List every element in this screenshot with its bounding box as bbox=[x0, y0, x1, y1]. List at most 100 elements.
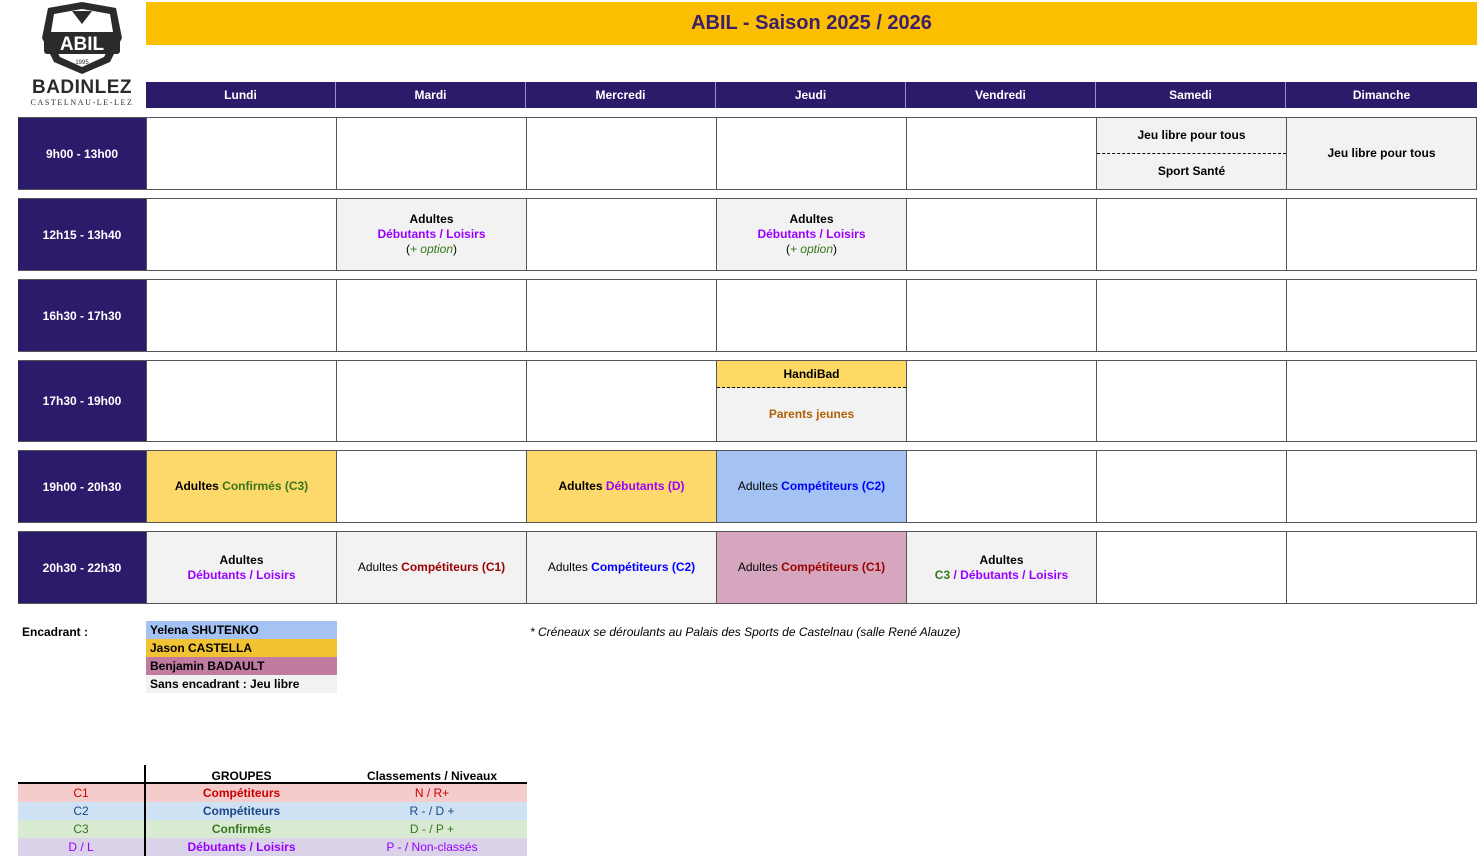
day-jeudi: Jeudi bbox=[716, 82, 906, 108]
session-label: Parents jeunes bbox=[717, 388, 906, 441]
session-option: + option bbox=[789, 242, 834, 256]
session-level: Débutants bbox=[187, 567, 247, 582]
time-slot: 9h00 - 13h00 bbox=[18, 118, 146, 189]
schedule-cell bbox=[146, 199, 336, 270]
time-slot: 16h30 - 17h30 bbox=[18, 280, 146, 351]
session-level: Compétiteurs (C2) bbox=[591, 560, 696, 574]
schedule-cell bbox=[1096, 280, 1286, 351]
legend-code: C3 bbox=[18, 820, 146, 838]
legend-level: D - / P + bbox=[409, 822, 455, 836]
schedule-cell bbox=[1286, 199, 1477, 270]
legend-level: P - / Non-classés bbox=[386, 840, 478, 854]
legend-row: C3 Confirmés D - / P + bbox=[18, 820, 527, 838]
session-label: Adultes bbox=[357, 560, 402, 574]
schedule-cell bbox=[1096, 532, 1286, 603]
legend-code: C2 bbox=[18, 802, 146, 820]
encadrant-label: Encadrant : bbox=[22, 625, 89, 639]
encadrant-item: Jason CASTELLA bbox=[146, 639, 337, 657]
schedule-cell bbox=[336, 280, 526, 351]
time-slot: 20h30 - 22h30 bbox=[18, 532, 146, 603]
schedule-cell: Adultes Débutants (D) bbox=[526, 451, 716, 522]
schedule-row: 19h00 - 20h30 Adultes Confirmés (C3) Adu… bbox=[18, 450, 1477, 523]
svg-text:1995: 1995 bbox=[75, 60, 89, 66]
schedule-row: 12h15 - 13h40 Adultes Débutants / Loisir… bbox=[18, 198, 1477, 271]
session-level: Débutants bbox=[757, 227, 817, 241]
logo-brand: BADINLEZ bbox=[31, 77, 133, 98]
shield-icon: ABIL 1995 bbox=[42, 2, 122, 74]
legend-row: D / L Débutants / Loisirs P - / Non-clas… bbox=[18, 838, 527, 856]
session-label: Adultes bbox=[737, 560, 782, 574]
session-level: C3 bbox=[934, 567, 951, 582]
schedule-cell: Adultes Débutants / Loisirs (+ option) bbox=[336, 199, 526, 270]
schedule-cell bbox=[526, 280, 716, 351]
legend-header-groups: GROUPES bbox=[211, 769, 272, 783]
legend-header: GROUPES Classements / Niveaux bbox=[18, 765, 527, 784]
legend-group: Compétiteurs bbox=[202, 786, 281, 800]
session-label: Adultes bbox=[558, 479, 606, 493]
schedule-row: 16h30 - 17h30 bbox=[18, 279, 1477, 352]
encadrant-item: Yelena SHUTENKO bbox=[146, 621, 337, 639]
session-level: Débutants (D) bbox=[605, 479, 685, 493]
session-level: Compétiteurs (C1) bbox=[401, 560, 506, 574]
schedule-cell bbox=[716, 118, 906, 189]
schedule-cell bbox=[1286, 280, 1477, 351]
schedule-cell bbox=[336, 118, 526, 189]
session-level: Débutants bbox=[960, 567, 1019, 582]
day-header: Lundi Mardi Mercredi Jeudi Vendredi Same… bbox=[146, 82, 1477, 108]
session-label: Adultes bbox=[979, 552, 1024, 567]
logo-town: CASTELNAU-LE-LEZ bbox=[30, 98, 134, 107]
legend-code: D / L bbox=[18, 838, 146, 856]
day-dimanche: Dimanche bbox=[1286, 82, 1477, 108]
schedule-cell bbox=[336, 361, 526, 441]
venue-note: * Créneaux se déroulants au Palais des S… bbox=[530, 625, 961, 639]
legend-group: Compétiteurs bbox=[202, 804, 281, 818]
schedule-cell bbox=[1096, 199, 1286, 270]
session-level: Compétiteurs (C1) bbox=[781, 560, 886, 574]
schedule-row: 9h00 - 13h00 Jeu libre pour tous Sport S… bbox=[18, 117, 1477, 190]
session-level: Confirmés (C3) bbox=[222, 479, 309, 493]
session-level: Loisirs bbox=[826, 227, 866, 241]
session-label: Adultes bbox=[547, 560, 592, 574]
encadrant-item: Benjamin BADAULT bbox=[146, 657, 337, 675]
session-label: Adultes bbox=[789, 212, 834, 226]
day-lundi: Lundi bbox=[146, 82, 336, 108]
session-label: Jeu libre pour tous bbox=[1327, 146, 1436, 160]
legend-group: Débutants / Loisirs bbox=[187, 840, 296, 854]
schedule-cell: Adultes Débutants / Loisirs (+ option) bbox=[716, 199, 906, 270]
schedule-cell bbox=[146, 118, 336, 189]
encadrant-list: Yelena SHUTENKO Jason CASTELLA Benjamin … bbox=[146, 621, 337, 693]
session-option: + option bbox=[409, 242, 454, 256]
session-label: Adultes bbox=[737, 479, 782, 493]
schedule-cell: Adultes Confirmés (C3) bbox=[146, 451, 336, 522]
legend-code: C1 bbox=[18, 784, 146, 802]
schedule-cell bbox=[1286, 451, 1477, 522]
time-slot: 17h30 - 19h00 bbox=[18, 361, 146, 441]
time-slot: 12h15 - 13h40 bbox=[18, 199, 146, 270]
session-level: Loisirs bbox=[446, 227, 486, 241]
schedule-cell: Jeu libre pour tous bbox=[1286, 118, 1477, 189]
session-label: Adultes bbox=[409, 212, 454, 226]
schedule-cell: Jeu libre pour tous Sport Santé bbox=[1096, 118, 1286, 189]
schedule-cell bbox=[906, 361, 1096, 441]
schedule-cell: Adultes Débutants / Loisirs bbox=[146, 532, 336, 603]
legend-row: C1 Compétiteurs N / R+ bbox=[18, 784, 527, 802]
schedule-cell bbox=[526, 199, 716, 270]
day-mercredi: Mercredi bbox=[526, 82, 716, 108]
schedule-cell: Adultes C3 / Débutants / Loisirs bbox=[906, 532, 1096, 603]
legend-group: Confirmés bbox=[211, 822, 272, 836]
schedule-cell bbox=[716, 280, 906, 351]
session-label: Sport Santé bbox=[1157, 164, 1226, 178]
schedule-cell: Adultes Compétiteurs (C2) bbox=[716, 451, 906, 522]
legend-level: N / R+ bbox=[414, 786, 450, 800]
session-level: Loisirs bbox=[1028, 567, 1069, 582]
legend-table: GROUPES Classements / Niveaux C1 Compéti… bbox=[18, 765, 527, 856]
legend-header-code bbox=[18, 765, 146, 782]
schedule-cell: HandiBad Parents jeunes bbox=[716, 361, 906, 441]
schedule-cell bbox=[906, 199, 1096, 270]
schedule-cell: Adultes Compétiteurs (C2) bbox=[526, 532, 716, 603]
title-bar: ABIL - Saison 2025 / 2026 bbox=[146, 2, 1477, 45]
day-mardi: Mardi bbox=[336, 82, 526, 108]
day-samedi: Samedi bbox=[1096, 82, 1286, 108]
svg-text:ABIL: ABIL bbox=[60, 34, 105, 55]
session-label: Jeu libre pour tous bbox=[1097, 118, 1286, 154]
